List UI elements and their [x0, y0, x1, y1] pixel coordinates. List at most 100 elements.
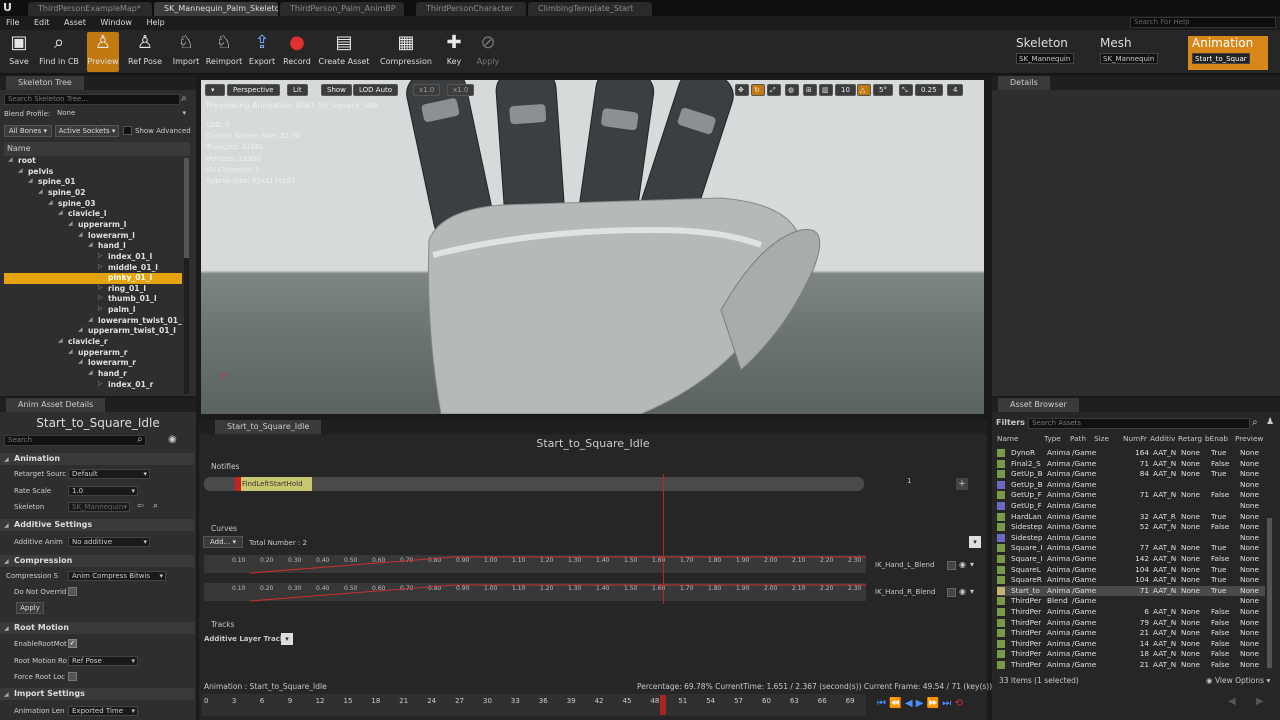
section-additive-settings[interactable]: Additive Settings [0, 519, 194, 532]
asset-row[interactable]: ThirdPer Blend/Game None [997, 596, 1265, 607]
bone-row[interactable]: index_01_r ▷ [4, 380, 182, 391]
asset-browser-scrollbar[interactable] [1267, 518, 1272, 668]
bone-row[interactable]: hand_r ◢ [4, 369, 182, 380]
asset-row[interactable]: HardLan Anima/Game 32 AAT_R None True None [997, 512, 1265, 523]
asset-row[interactable]: Square_I Anima/Game 142 AAT_N None False None [997, 554, 1265, 565]
history-back-icon[interactable]: ◀ [1228, 696, 1236, 707]
skeleton-scrollbar[interactable] [184, 158, 189, 394]
bone-row[interactable]: lowerarm_r ◢ [4, 358, 182, 369]
ref-pose-button[interactable]: ♙ Ref Pose [124, 32, 166, 72]
asset-row[interactable]: GetUp_B Anima/Game 84 AAT_N None True None [997, 469, 1265, 480]
asset-row[interactable]: GetUp_F Anima/Game 71 AAT_N None False None [997, 490, 1265, 501]
expand-arrow-icon[interactable]: ▷ [98, 263, 103, 270]
bone-row[interactable]: clavicle_r ◢ [4, 337, 182, 348]
grid-snap-icon[interactable]: ▥ [819, 84, 833, 96]
loop-icon[interactable]: ⟲ [954, 698, 962, 709]
bone-row[interactable]: thumb_01_l ▷ [4, 294, 182, 305]
curve-r-dropdown[interactable]: ▾ [970, 587, 974, 596]
asset-column-header[interactable]: Type [1044, 434, 1070, 443]
scale-tool-icon[interactable]: ⤢ [767, 84, 781, 96]
camera-speed-icon[interactable]: 4 [947, 84, 964, 96]
tab-third-person-example-map[interactable]: ThirdPersonExampleMap* [28, 2, 152, 16]
skeleton-use-icon[interactable]: ⇦ [137, 501, 144, 510]
asset-row[interactable]: Square_I Anima/Game 77 AAT_N None True None [997, 543, 1265, 554]
create-asset-button[interactable]: ▤ Create Asset [318, 32, 370, 72]
force-root-lock-checkbox[interactable] [68, 672, 77, 681]
asset-row[interactable]: Sidestep Anima/Game None [997, 533, 1265, 544]
menu-file[interactable]: File [6, 16, 19, 30]
anim-details-tab[interactable]: Anim Asset Details [6, 398, 106, 412]
turntable-speed-button[interactable]: x1.0 [447, 84, 475, 96]
asset-row[interactable]: ThirdPer Anima/Game 79 AAT_N None False None [997, 618, 1265, 629]
additive-layer-tracks-dropdown[interactable]: ▾ [281, 633, 293, 645]
asset-row[interactable]: SquareL Anima/Game 104 AAT_N None True None [997, 565, 1265, 576]
playhead[interactable] [663, 474, 664, 604]
skeleton-tree-tab[interactable]: Skeleton Tree [6, 76, 84, 90]
expand-arrow-icon[interactable]: ◢ [58, 337, 63, 344]
scrub-playhead[interactable] [660, 695, 666, 715]
bone-row[interactable]: spine_02 ◢ [4, 188, 182, 199]
find-in-cb-button[interactable]: ⌕ Find in CB [36, 32, 82, 72]
add-curve-button[interactable]: Add... ▾ [203, 536, 243, 548]
bone-row[interactable]: upperarm_l ◢ [4, 220, 182, 231]
bone-row[interactable]: hand_l ◢ [4, 241, 182, 252]
bone-row[interactable]: pinky_01_l ▷ [4, 273, 182, 284]
asset-row[interactable]: ThirdPer Anima/Game 14 AAT_N None False None [997, 639, 1265, 650]
menu-help[interactable]: Help [147, 16, 165, 30]
asset-row[interactable]: DynoR Anima/Game 164 AAT_N None True None [997, 448, 1265, 459]
expand-arrow-icon[interactable]: ◢ [8, 156, 13, 163]
play-reverse-icon[interactable]: ◀ [905, 698, 913, 709]
compression-scheme-select[interactable]: Anim Compress Bitwis [68, 571, 166, 581]
bone-row[interactable]: lowerarm_twist_01_l ◢ [4, 316, 182, 327]
expand-arrow-icon[interactable]: ▷ [98, 380, 103, 387]
show-button[interactable]: Show [321, 84, 352, 96]
curve-options-button[interactable]: ▾ [969, 536, 981, 548]
skip-end-icon[interactable]: ⏭ [942, 698, 951, 709]
scale-snap-value[interactable]: 0.25 [915, 84, 943, 96]
compression-apply-button[interactable]: Apply [16, 602, 44, 614]
lit-button[interactable]: Lit [287, 84, 308, 96]
viewport-options-button[interactable]: ▾ [205, 84, 225, 96]
expand-arrow-icon[interactable]: ▷ [98, 284, 103, 291]
timeline-tab[interactable]: Start_to_Square_Idle [215, 420, 322, 434]
menu-window[interactable]: Window [100, 16, 132, 30]
rate-scale-input[interactable]: 1.0 [68, 486, 138, 496]
asset-column-header[interactable]: NumFr [1123, 434, 1149, 443]
history-forward-icon[interactable]: ▶ [1256, 696, 1264, 707]
asset-column-header[interactable]: Additiv [1150, 434, 1177, 443]
perspective-button[interactable]: Perspective [227, 84, 280, 96]
details-eye-icon[interactable]: ◉ [168, 434, 177, 445]
view-options-button[interactable]: ◉ View Options ▾ [1206, 676, 1270, 685]
expand-arrow-icon[interactable]: ▷ [98, 305, 103, 312]
tab-third-person-palm-animbp[interactable]: ThirdPerson_Palm_AnimBP [280, 2, 404, 16]
save-button[interactable]: ▣ Save [4, 32, 34, 72]
asset-row[interactable]: SquareR Anima/Game 104 AAT_N None True None [997, 575, 1265, 586]
scale-snap-icon[interactable]: ⤡ [899, 84, 913, 96]
bone-row[interactable]: middle_01_l ▷ [4, 263, 182, 274]
asset-column-header[interactable]: Retarg [1178, 434, 1204, 443]
tab-third-person-character[interactable]: ThirdPersonCharacter [416, 2, 526, 16]
asset-row[interactable]: Sidestep Anima/Game 52 AAT_N None False None [997, 522, 1265, 533]
bone-row[interactable]: upperarm_twist_01_l ◢ [4, 326, 182, 337]
details-search-input[interactable]: Search [4, 435, 146, 446]
skeleton-select[interactable]: SK_Mannequin [68, 502, 130, 512]
grid-snap-value[interactable]: 10 [835, 84, 856, 96]
bone-row[interactable]: root ◢ [4, 156, 182, 167]
section-compression[interactable]: Compression [0, 555, 194, 568]
search-help-input[interactable]: Search For Help [1130, 17, 1276, 28]
active-sockets-button[interactable]: Active Sockets ▾ [55, 125, 119, 137]
expand-arrow-icon[interactable]: ▷ [98, 273, 103, 280]
curve-r-checkbox[interactable] [947, 588, 956, 597]
retarget-source-select[interactable]: Default [68, 469, 150, 479]
do-not-override-checkbox[interactable] [68, 587, 77, 596]
mode-mesh[interactable]: Mesh SK_Mannequin [1096, 36, 1188, 70]
lod-auto-button[interactable]: LOD Auto [353, 84, 399, 96]
record-button[interactable]: ● Record [281, 32, 313, 72]
notify-marker-handle[interactable] [235, 477, 241, 491]
expand-arrow-icon[interactable]: ◢ [28, 177, 33, 184]
expand-arrow-icon[interactable]: ◢ [58, 209, 63, 216]
asset-row[interactable]: GetUp_F Anima/Game None [997, 501, 1265, 512]
expand-arrow-icon[interactable]: ◢ [88, 369, 93, 376]
all-bones-button[interactable]: All Bones ▾ [4, 125, 52, 137]
asset-column-header[interactable]: Size [1094, 434, 1122, 443]
